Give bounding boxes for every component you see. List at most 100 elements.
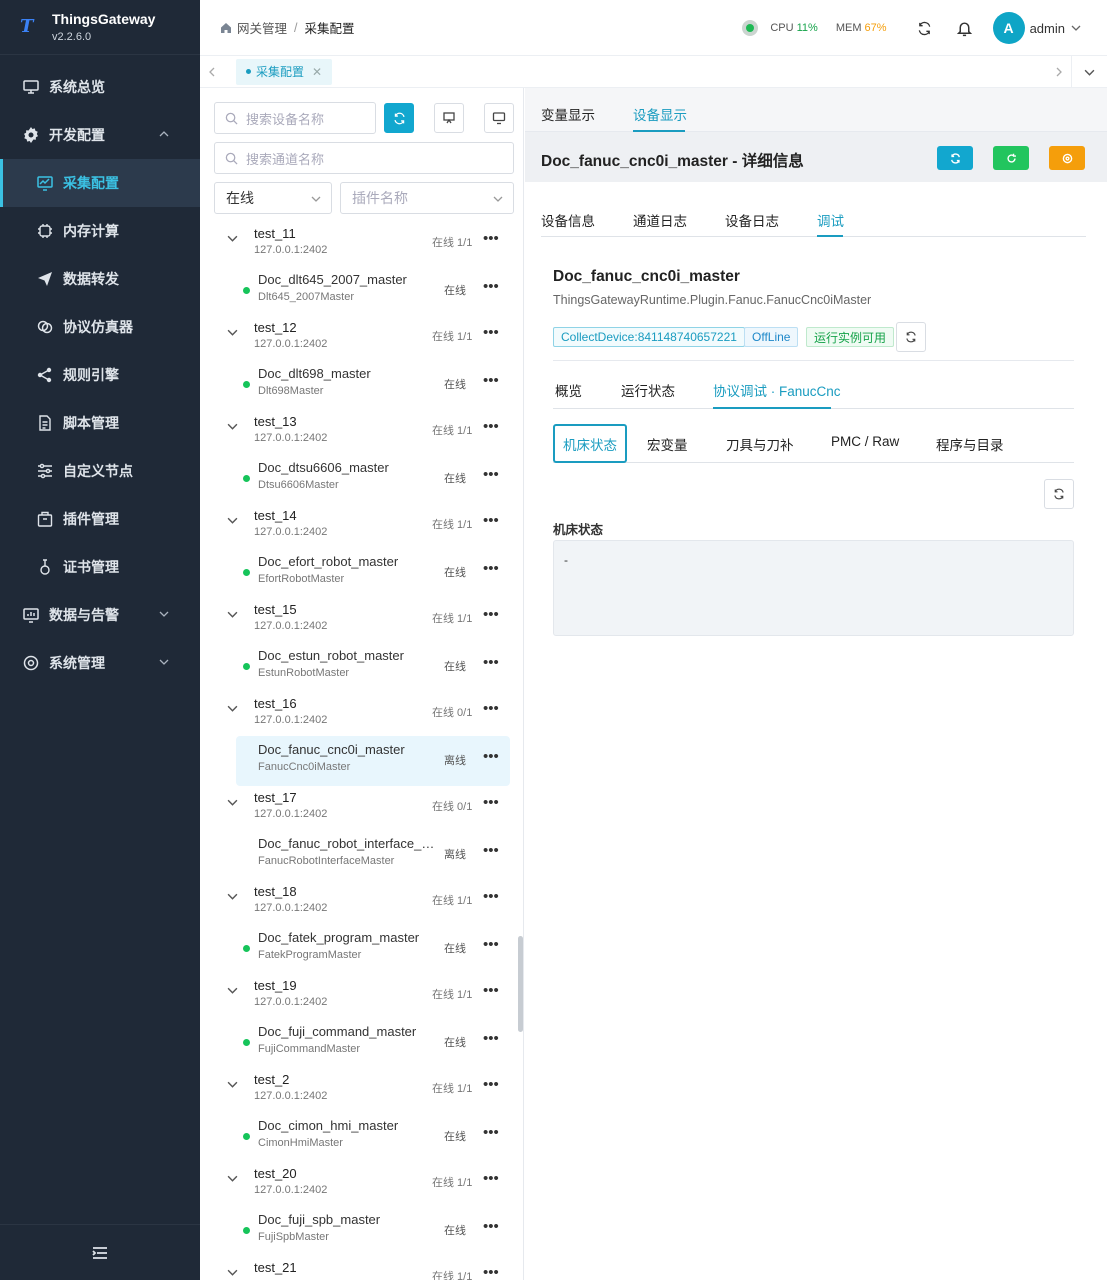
device-row[interactable]: Doc_dlt698_master Dlt698Master 在线 ••• [236, 360, 510, 410]
refresh-button[interactable] [905, 8, 945, 48]
tab-device-view[interactable]: 设备显示 [633, 104, 687, 124]
tab-menu-button[interactable] [1071, 56, 1107, 88]
sidebar-item-data-alarm[interactable]: 数据与告警 [0, 591, 200, 639]
device-row[interactable]: Doc_fuji_spb_master FujiSpbMaster 在线 ••• [236, 1206, 510, 1256]
breadcrumb-item[interactable]: 网关管理 [237, 18, 287, 37]
tab-program-dir[interactable]: 程序与目录 [936, 434, 1004, 454]
sidebar-item-protocol-simulator[interactable]: 协议仿真器 [0, 303, 200, 351]
more-options-icon[interactable]: ••• [483, 372, 499, 389]
sidebar-collapse-button[interactable] [0, 1224, 200, 1280]
channel-row[interactable]: test_20 127.0.0.1:2402 在线 1/1 ••• [200, 1162, 516, 1206]
channel-row[interactable]: test_14 127.0.0.1:2402 在线 1/1 ••• [200, 504, 516, 548]
tab-device-info[interactable]: 设备信息 [541, 210, 595, 230]
more-options-icon[interactable]: ••• [483, 418, 499, 435]
sidebar-item-plugin-manage[interactable]: 插件管理 [0, 495, 200, 543]
tab-tool-offset[interactable]: 刀具与刀补 [726, 434, 794, 454]
close-icon[interactable]: ✕ [312, 65, 322, 79]
tab-scroll-left-button[interactable] [200, 56, 224, 88]
channel-row[interactable]: test_17 127.0.0.1:2402 在线 0/1 ••• [200, 786, 516, 830]
tab-run-status[interactable]: 运行状态 [621, 380, 675, 400]
device-row[interactable]: Doc_fanuc_cnc0i_master FanucCnc0iMaster 离线… [236, 736, 510, 786]
status-filter-select[interactable]: 在线 [214, 182, 332, 214]
more-options-icon[interactable]: ••• [483, 1170, 499, 1187]
channel-row[interactable]: test_2 127.0.0.1:2402 在线 1/1 ••• [200, 1068, 516, 1112]
monitor-view-button[interactable] [484, 103, 514, 133]
sidebar-item-rule-engine[interactable]: 规则引擎 [0, 351, 200, 399]
scrollbar[interactable] [518, 936, 523, 1032]
device-row[interactable]: Doc_dtsu6606_master Dtsu6606Master 在线 ••• [236, 454, 510, 504]
more-options-icon[interactable]: ••• [483, 278, 499, 295]
more-options-icon[interactable]: ••• [483, 324, 499, 341]
expand-toggle[interactable] [227, 890, 238, 905]
expand-toggle[interactable] [227, 1078, 238, 1093]
tab-variable-view[interactable]: 变量显示 [541, 104, 595, 124]
device-row[interactable]: Doc_efort_robot_master EfortRobotMaster 在线… [236, 548, 510, 598]
more-options-icon[interactable]: ••• [483, 1030, 499, 1047]
device-row[interactable]: Doc_estun_robot_master EstunRobotMaster 在线… [236, 642, 510, 692]
more-options-icon[interactable]: ••• [483, 888, 499, 905]
refresh-tree-button[interactable] [384, 103, 414, 133]
search-channel-input[interactable]: 搜索通道名称 [214, 142, 514, 174]
sidebar-item-data-forward[interactable]: 数据转发 [0, 255, 200, 303]
restart-device-button[interactable] [993, 146, 1029, 170]
plugin-filter-select[interactable]: 插件名称 [340, 182, 514, 214]
refresh-device-button[interactable] [937, 146, 973, 170]
sidebar-item-dev-config[interactable]: 开发配置 [0, 111, 200, 159]
channel-row[interactable]: test_16 127.0.0.1:2402 在线 0/1 ••• [200, 692, 516, 736]
tab-device-log[interactable]: 设备日志 [725, 210, 779, 230]
device-row[interactable]: Doc_fuji_command_master FujiCommandMaster… [236, 1018, 510, 1068]
expand-toggle[interactable] [227, 702, 238, 717]
expand-toggle[interactable] [227, 1172, 238, 1187]
search-device-input[interactable]: 搜索设备名称 [214, 102, 376, 134]
expand-toggle[interactable] [227, 984, 238, 999]
sidebar-item-custom-node[interactable]: 自定义节点 [0, 447, 200, 495]
expand-toggle[interactable] [227, 796, 238, 811]
display-mode-button[interactable] [434, 103, 464, 133]
refresh-status-button[interactable] [1044, 479, 1074, 509]
sidebar-item-overview[interactable]: 系统总览 [0, 63, 200, 111]
channel-row[interactable]: test_13 127.0.0.1:2402 在线 1/1 ••• [200, 410, 516, 454]
sidebar-item-cert-manage[interactable]: 证书管理 [0, 543, 200, 591]
more-options-icon[interactable]: ••• [483, 560, 499, 577]
more-options-icon[interactable]: ••• [483, 654, 499, 671]
tab-debug[interactable]: 调试 [817, 210, 844, 230]
avatar[interactable]: A [992, 12, 1025, 44]
refresh-info-button[interactable] [896, 322, 926, 352]
tab-channel-log[interactable]: 通道日志 [633, 210, 687, 230]
more-options-icon[interactable]: ••• [483, 606, 499, 623]
expand-toggle[interactable] [227, 232, 238, 247]
more-options-icon[interactable]: ••• [483, 1264, 499, 1280]
device-row[interactable]: Doc_cimon_hmi_master CimonHmiMaster 在线 ••• [236, 1112, 510, 1162]
more-options-icon[interactable]: ••• [483, 230, 499, 247]
tab-pmc-raw[interactable]: PMC / Raw [831, 434, 899, 449]
device-row[interactable]: Doc_dlt645_2007_master Dlt645_2007Master 在… [236, 266, 510, 316]
more-options-icon[interactable]: ••• [483, 512, 499, 529]
expand-toggle[interactable] [227, 514, 238, 529]
channel-row[interactable]: test_18 127.0.0.1:2402 在线 1/1 ••• [200, 880, 516, 924]
sidebar-item-collect-config[interactable]: 采集配置 [0, 159, 200, 207]
tab-machine-status[interactable]: 机床状态 [553, 424, 627, 463]
channel-row[interactable]: test_19 127.0.0.1:2402 在线 1/1 ••• [200, 974, 516, 1018]
notification-button[interactable] [945, 8, 985, 48]
tab-scroll-right-button[interactable] [1047, 56, 1071, 88]
sidebar-item-system-manage[interactable]: 系统管理 [0, 639, 200, 687]
tab-macro-vars[interactable]: 宏变量 [647, 434, 688, 454]
channel-row[interactable]: test_15 127.0.0.1:2402 在线 1/1 ••• [200, 598, 516, 642]
tab-protocol-debug[interactable]: 协议调试 · FanucCnc [713, 380, 841, 400]
channel-row[interactable]: test_11 127.0.0.1:2402 在线 1/1 ••• [200, 222, 516, 266]
more-options-icon[interactable]: ••• [483, 794, 499, 811]
more-options-icon[interactable]: ••• [483, 1076, 499, 1093]
more-options-icon[interactable]: ••• [483, 1218, 499, 1235]
expand-toggle[interactable] [227, 326, 238, 341]
channel-row[interactable]: test_12 127.0.0.1:2402 在线 1/1 ••• [200, 316, 516, 360]
tab-collect-config[interactable]: 采集配置 ✕ [236, 58, 333, 85]
tab-overview[interactable]: 概览 [555, 380, 582, 400]
more-options-icon[interactable]: ••• [483, 466, 499, 483]
channel-row[interactable]: test_21 在线 1/1 ••• [200, 1256, 516, 1280]
stop-device-button[interactable] [1049, 146, 1085, 170]
device-row[interactable]: Doc_fatek_program_master FatekProgramMast… [236, 924, 510, 974]
sidebar-item-script-manage[interactable]: 脚本管理 [0, 399, 200, 447]
expand-toggle[interactable] [227, 1266, 238, 1280]
user-name[interactable]: admin [1030, 21, 1065, 36]
more-options-icon[interactable]: ••• [483, 842, 499, 859]
